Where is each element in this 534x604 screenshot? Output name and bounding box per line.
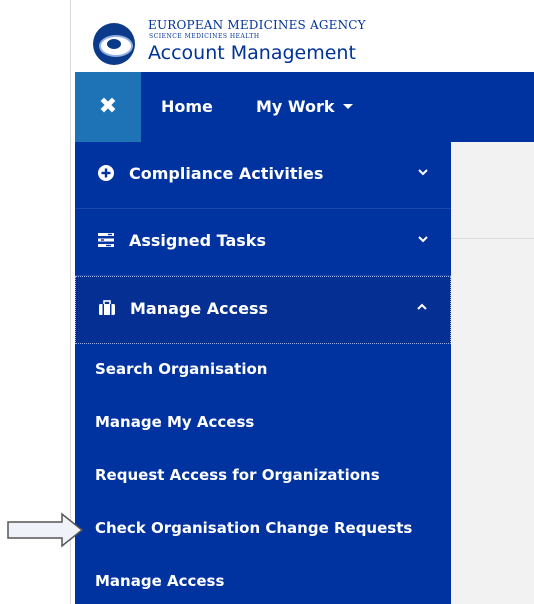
- sidebar-section-manage-access[interactable]: Manage Access: [75, 276, 451, 344]
- content-divider: [451, 238, 534, 239]
- agency-tagline: SCIENCE MEDICINES HEALTH: [149, 33, 260, 40]
- chevron-down-icon: [417, 233, 429, 248]
- submenu-manage-access[interactable]: Manage Access: [95, 572, 224, 590]
- chevron-down-icon: [417, 166, 429, 181]
- caret-down-icon: [343, 104, 353, 109]
- ema-logo: [93, 23, 135, 65]
- sidebar-section-assigned-tasks[interactable]: Assigned Tasks: [75, 209, 451, 275]
- sidebar-section-label: Compliance Activities: [129, 164, 324, 183]
- agency-name: EUROPEAN MEDICINES AGENCY: [148, 18, 366, 32]
- pointer-arrow-icon: [7, 512, 84, 548]
- sidebar-section-label: Manage Access: [130, 299, 269, 318]
- app-title[interactable]: Account Management: [148, 42, 356, 64]
- close-icon: ✖: [98, 94, 118, 119]
- sidebar-section-compliance-activities[interactable]: Compliance Activities: [75, 142, 451, 208]
- close-menu-button[interactable]: ✖: [75, 72, 141, 142]
- plus-circle-icon: [98, 165, 114, 181]
- nav-my-work-dropdown[interactable]: My Work: [256, 97, 335, 116]
- app-header: EUROPEAN MEDICINES AGENCY SCIENCE MEDICI…: [75, 10, 534, 72]
- chevron-up-icon: [416, 301, 428, 316]
- submenu-manage-my-access[interactable]: Manage My Access: [95, 413, 254, 431]
- submenu-check-organisation-change-requests[interactable]: Check Organisation Change Requests: [95, 519, 412, 537]
- submenu-request-access-for-organizations[interactable]: Request Access for Organizations: [95, 466, 380, 484]
- main-content: [451, 142, 534, 604]
- nav-home-link[interactable]: Home: [161, 97, 213, 116]
- sidebar-section-label: Assigned Tasks: [129, 231, 266, 250]
- sidebar: Compliance Activities Assigned Tasks Man…: [75, 142, 451, 604]
- top-nav: ✖ Home My Work: [75, 72, 534, 142]
- briefcase-icon: [99, 300, 115, 315]
- submenu-search-organisation[interactable]: Search Organisation: [95, 360, 267, 378]
- tasks-icon: [98, 233, 114, 247]
